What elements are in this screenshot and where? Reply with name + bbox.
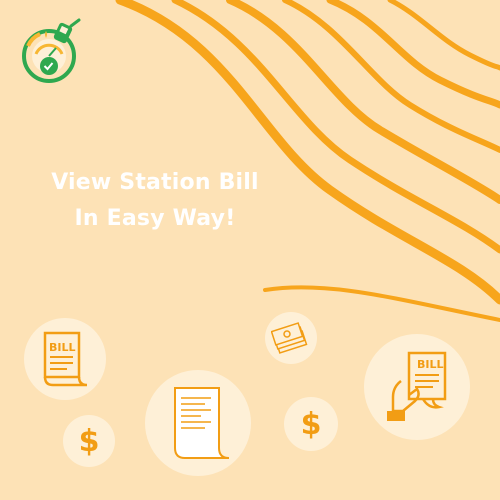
splash-screen: View Station Bill In Easy Way! BILL BILL… <box>0 0 500 500</box>
receipt-roll-icon <box>174 387 230 459</box>
headline-line-1: View Station Bill <box>51 170 259 195</box>
bill-document-illustration: BILL <box>24 318 106 400</box>
money-stack-icon <box>271 322 308 354</box>
hand-holding-bill-icon: BILL <box>387 351 447 421</box>
dollar-illustration-left: $ <box>63 415 115 467</box>
hand-bill-label: BILL <box>417 358 444 371</box>
dollar-icon: $ <box>78 423 100 459</box>
money-stack-illustration <box>265 312 317 364</box>
receipt-illustration <box>145 370 251 476</box>
dollar-icon: $ <box>300 406 322 442</box>
headline-line-2: In Easy Way! <box>74 206 236 231</box>
headline: View Station Bill In Easy Way! <box>20 165 290 237</box>
dollar-illustration-right: $ <box>284 397 338 451</box>
fuel-station-check-logo <box>22 18 81 83</box>
hand-bill-illustration: BILL <box>364 334 470 440</box>
bill-document-label: BILL <box>49 341 76 354</box>
bill-document-icon: BILL <box>43 331 88 387</box>
